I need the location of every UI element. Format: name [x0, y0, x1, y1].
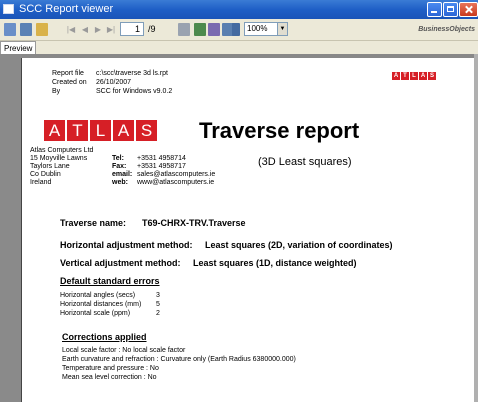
- report-subtitle: (3D Least squares): [258, 156, 352, 168]
- company-address-4: Ireland: [30, 179, 52, 186]
- web-value: www@atlascomputers.ie: [137, 179, 215, 186]
- stop-icon[interactable]: [178, 23, 190, 36]
- fax-value: +3531 4958717: [137, 163, 186, 170]
- tab-preview[interactable]: Preview: [0, 41, 37, 54]
- company-address-3: Co Dublin: [30, 171, 61, 178]
- next-page-icon[interactable]: ▶: [93, 23, 103, 36]
- app-icon: [3, 4, 14, 14]
- window-title: SCC Report viewer: [19, 3, 114, 15]
- last-page-icon[interactable]: ▶|: [106, 23, 116, 36]
- web-label: web:: [112, 179, 128, 186]
- meta-label-created: Created on: [52, 79, 87, 86]
- email-label: email:: [112, 171, 133, 178]
- tel-value: +3531 4958714: [137, 155, 186, 162]
- title-bar: SCC Report viewer: [0, 0, 478, 19]
- horizontal-method-label: Horizontal adjustment method:: [60, 240, 193, 250]
- error-value: 3: [156, 292, 160, 299]
- company-address-1: 15 Moyville Lawns: [30, 155, 88, 162]
- close-button[interactable]: [459, 2, 478, 17]
- report-title: Traverse report: [199, 118, 360, 143]
- page-number-input[interactable]: 1: [120, 22, 144, 36]
- meta-value-report-file: c:\scc\traverse 3d ls.rpt: [96, 70, 168, 77]
- vertical-scrollbar[interactable]: [474, 54, 478, 402]
- refresh-icon[interactable]: [194, 23, 206, 36]
- zoom-select[interactable]: 100%: [244, 22, 278, 36]
- group-tree-icon[interactable]: [36, 23, 48, 36]
- atlas-logo-small: A T L A S: [392, 72, 436, 80]
- correction-item: Earth curvature and refraction : Curvatu…: [62, 356, 296, 363]
- toolbar: |◀ ◀ ▶ ▶| 1 /9 100% ▼ BusinessObjects: [0, 19, 478, 41]
- page-total: /9: [148, 24, 156, 34]
- correction-item: Temperature and pressure : No: [62, 365, 159, 372]
- chevron-down-icon[interactable]: ▼: [278, 22, 288, 36]
- vertical-method-label: Vertical adjustment method:: [60, 258, 181, 268]
- error-label: Horizontal angles (secs): [60, 292, 136, 299]
- company-address-2: Taylors Lane: [30, 163, 70, 170]
- binoculars-icon[interactable]: [232, 23, 240, 36]
- first-page-icon[interactable]: |◀: [66, 23, 76, 36]
- report-page: Report file c:\scc\traverse 3d ls.rpt Cr…: [21, 58, 474, 402]
- meta-value-by: SCC for Windows v9.0.2: [96, 88, 173, 95]
- vendor-logo: BusinessObjects: [418, 26, 475, 33]
- correction-item: Local scale factor : No local scale fact…: [62, 347, 186, 354]
- error-label: Horizontal distances (mm): [60, 301, 142, 308]
- error-label: Horizontal scale (ppm): [60, 310, 131, 317]
- fax-label: Fax:: [112, 163, 127, 170]
- traverse-name: T69-CHRX-TRV.Traverse: [142, 218, 246, 228]
- meta-label-report-file: Report file: [52, 70, 84, 77]
- horizontal-method: Least squares (2D, variation of coordina…: [205, 240, 393, 250]
- report-viewport: Report file c:\scc\traverse 3d ls.rpt Cr…: [0, 54, 478, 402]
- minimize-button[interactable]: [427, 2, 442, 17]
- company-name: Atlas Computers Ltd: [30, 147, 94, 154]
- print-icon[interactable]: [20, 23, 32, 36]
- tel-label: Tel:: [112, 155, 124, 162]
- correction-item: Mean sea level correction : No: [62, 374, 157, 381]
- export-icon[interactable]: [4, 23, 16, 36]
- meta-label-by: By: [52, 88, 61, 95]
- maximize-button[interactable]: [443, 2, 458, 17]
- vertical-method: Least squares (1D, distance weighted): [193, 258, 357, 268]
- default-errors-heading: Default standard errors: [60, 276, 160, 286]
- traverse-name-label: Traverse name:: [60, 218, 127, 228]
- error-value: 2: [156, 310, 160, 317]
- atlas-logo: A T L A S: [44, 120, 157, 141]
- meta-value-created: 26/10/2007: [96, 79, 132, 86]
- print-setup-icon[interactable]: [208, 23, 220, 36]
- prev-page-icon[interactable]: ◀: [80, 23, 90, 36]
- email-value: sales@atlascomputers.ie: [137, 171, 216, 178]
- corrections-heading: Corrections applied: [62, 332, 147, 342]
- error-value: 5: [156, 301, 160, 308]
- tab-strip: Preview: [0, 41, 478, 54]
